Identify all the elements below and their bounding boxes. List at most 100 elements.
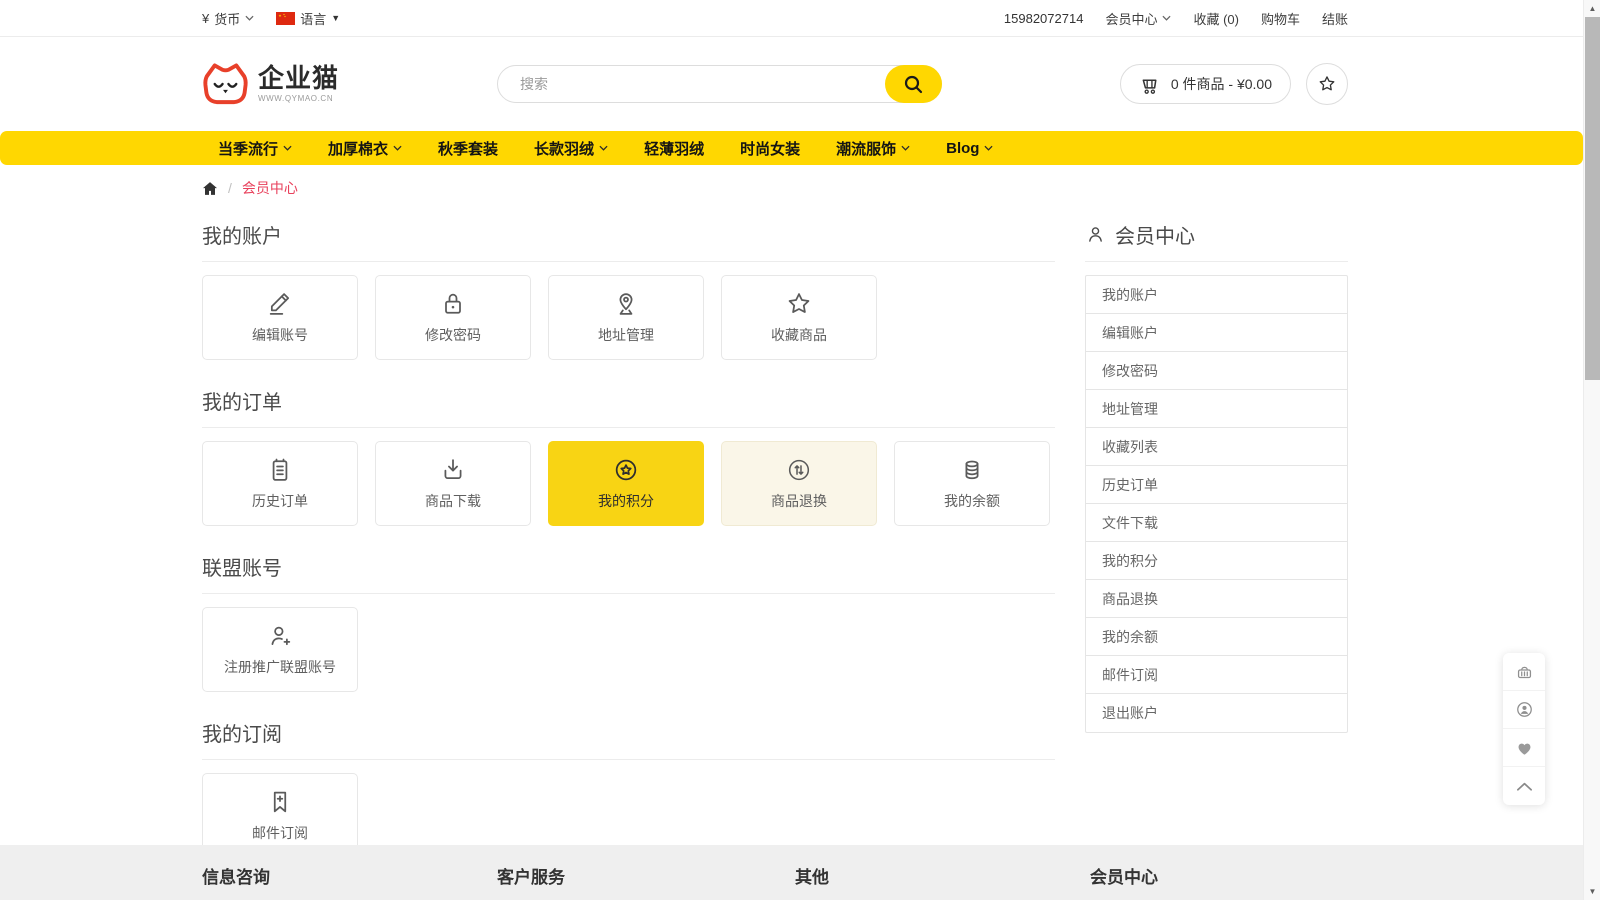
chevron-down-icon xyxy=(901,145,910,151)
sidebar-menu: 我的账户 编辑账户 修改密码 地址管理 收藏列表 历史订单 文件下载 我的积分 … xyxy=(1085,275,1348,733)
logo-title: 企业猫 xyxy=(258,65,339,91)
nav-item-long-down[interactable]: 长款羽绒 xyxy=(534,138,608,159)
card-my-balance[interactable]: 我的余额 xyxy=(894,441,1050,526)
sidebar-item-logout[interactable]: 退出账户 xyxy=(1086,694,1347,732)
card-address-management[interactable]: 地址管理 xyxy=(548,275,704,360)
site-logo[interactable]: 企业猫 WWW.QYMAO.CN xyxy=(202,62,497,106)
card-favorite-products[interactable]: 收藏商品 xyxy=(721,275,877,360)
card-returns[interactable]: 商品退换 xyxy=(721,441,877,526)
card-edit-account[interactable]: 编辑账号 xyxy=(202,275,358,360)
sidebar-item-address[interactable]: 地址管理 xyxy=(1086,390,1347,428)
section-my-account: 我的账户 编辑账号 修改密码 xyxy=(202,220,1055,360)
chevron-down-icon xyxy=(599,145,608,151)
sidebar-item-downloads[interactable]: 文件下载 xyxy=(1086,504,1347,542)
card-label: 我的余额 xyxy=(944,491,1000,511)
search-button[interactable] xyxy=(885,65,942,103)
chevron-down-icon xyxy=(984,145,993,151)
star-icon xyxy=(1317,74,1337,94)
sidebar-item-wishlist[interactable]: 收藏列表 xyxy=(1086,428,1347,466)
checkout-link[interactable]: 结账 xyxy=(1322,9,1348,28)
language-selector[interactable]: 语言 ▼ xyxy=(276,9,340,28)
footer: 信息咨询 客户服务 其他 会员中心 xyxy=(0,845,1583,900)
search-input[interactable] xyxy=(497,65,942,103)
sidebar-item-order-history[interactable]: 历史订单 xyxy=(1086,466,1347,504)
card-row: 历史订单 商品下载 xyxy=(202,441,1055,526)
divider xyxy=(202,593,1055,594)
coins-icon xyxy=(958,456,986,484)
card-label: 商品退换 xyxy=(771,491,827,511)
floating-scroll-top-button[interactable] xyxy=(1503,767,1545,805)
floating-cart-button[interactable] xyxy=(1503,653,1545,691)
wishlist-button[interactable] xyxy=(1306,63,1348,105)
nav-item-blog[interactable]: Blog xyxy=(946,140,993,157)
sidebar-item-balance[interactable]: 我的余额 xyxy=(1086,618,1347,656)
card-label: 修改密码 xyxy=(425,325,481,345)
currency-label: 货币 xyxy=(214,9,240,28)
chevron-down-icon xyxy=(1162,15,1171,21)
download-icon xyxy=(439,456,467,484)
floating-account-button[interactable] xyxy=(1503,691,1545,729)
card-my-points[interactable]: 我的积分 xyxy=(548,441,704,526)
scrollbar-thumb[interactable] xyxy=(1585,17,1600,380)
chevron-down-icon xyxy=(393,145,402,151)
logo-subtitle: WWW.QYMAO.CN xyxy=(258,94,339,103)
breadcrumb-current[interactable]: 会员中心 xyxy=(242,178,298,198)
card-change-password[interactable]: 修改密码 xyxy=(375,275,531,360)
card-order-history[interactable]: 历史订单 xyxy=(202,441,358,526)
card-label: 历史订单 xyxy=(252,491,308,511)
card-label: 我的积分 xyxy=(598,491,654,511)
scrollbar-up-arrow[interactable]: ▲ xyxy=(1584,0,1600,17)
section-affiliate: 联盟账号 注册推广联盟账号 xyxy=(202,552,1055,692)
chevron-down-icon xyxy=(245,15,254,21)
heart-icon xyxy=(1515,739,1534,757)
home-icon[interactable] xyxy=(202,181,218,196)
user-icon xyxy=(1085,224,1106,245)
cart-summary-text: 0 件商品 - ¥0.00 xyxy=(1171,74,1272,94)
cat-logo-icon xyxy=(202,62,249,106)
sidebar-item-returns[interactable]: 商品退换 xyxy=(1086,580,1347,618)
nav-label: 长款羽绒 xyxy=(534,138,594,159)
member-center-menu[interactable]: 会员中心 xyxy=(1105,9,1171,28)
sidebar-heading: 会员中心 xyxy=(1085,220,1348,249)
sidebar-item-my-account[interactable]: 我的账户 xyxy=(1086,276,1347,314)
nav-item-seasonal[interactable]: 当季流行 xyxy=(218,138,292,159)
search-bar xyxy=(497,65,942,103)
scrollbar-down-arrow[interactable]: ▼ xyxy=(1584,883,1600,900)
nav-item-autumn-sets[interactable]: 秋季套装 xyxy=(438,138,498,159)
cart-link[interactable]: 购物车 xyxy=(1261,9,1300,28)
star-icon xyxy=(785,290,813,318)
page: ¥ 货币 语言 ▼ 15982072714 会员中心 收藏 (0) xyxy=(0,0,1583,858)
breadcrumb-separator: / xyxy=(228,180,232,196)
sidebar-item-edit-account[interactable]: 编辑账户 xyxy=(1086,314,1347,352)
sidebar-item-newsletter[interactable]: 邮件订阅 xyxy=(1086,656,1347,694)
divider xyxy=(1085,261,1348,262)
footer-col-service: 客户服务 xyxy=(497,863,795,888)
main-content: 我的账户 编辑账号 修改密码 xyxy=(202,202,1348,858)
sidebar-item-change-password[interactable]: 修改密码 xyxy=(1086,352,1347,390)
card-register-affiliate[interactable]: 注册推广联盟账号 xyxy=(202,607,358,692)
section-subscription: 我的订阅 邮件订阅 xyxy=(202,718,1055,858)
favorites-link[interactable]: 收藏 (0) xyxy=(1193,9,1239,28)
topbar-right: 15982072714 会员中心 收藏 (0) 购物车 结账 xyxy=(1004,9,1348,28)
cart-label: 购物车 xyxy=(1261,9,1300,28)
nav-item-trendy[interactable]: 潮流服饰 xyxy=(836,138,910,159)
nav-label: 时尚女装 xyxy=(740,138,800,159)
nav-label: 潮流服饰 xyxy=(836,138,896,159)
nav-item-womens-fashion[interactable]: 时尚女装 xyxy=(740,138,800,159)
topbar: ¥ 货币 语言 ▼ 15982072714 会员中心 收藏 (0) xyxy=(0,0,1583,37)
cart-summary-button[interactable]: 0 件商品 - ¥0.00 xyxy=(1120,64,1291,104)
floating-wishlist-button[interactable] xyxy=(1503,729,1545,767)
member-center-label: 会员中心 xyxy=(1105,9,1157,28)
vertical-scrollbar[interactable]: ▲ ▼ xyxy=(1583,0,1600,900)
currency-symbol: ¥ xyxy=(202,11,209,26)
card-product-downloads[interactable]: 商品下载 xyxy=(375,441,531,526)
sidebar-item-points[interactable]: 我的积分 xyxy=(1086,542,1347,580)
section-title: 联盟账号 xyxy=(202,552,1055,581)
currency-selector[interactable]: ¥ 货币 xyxy=(202,9,254,28)
nav-item-light-down[interactable]: 轻薄羽绒 xyxy=(644,138,704,159)
nav-label: Blog xyxy=(946,140,979,157)
sidebar-title: 会员中心 xyxy=(1115,220,1195,249)
card-label: 商品下载 xyxy=(425,491,481,511)
nav-item-padded-coats[interactable]: 加厚棉衣 xyxy=(328,138,402,159)
checkout-label: 结账 xyxy=(1322,9,1348,28)
